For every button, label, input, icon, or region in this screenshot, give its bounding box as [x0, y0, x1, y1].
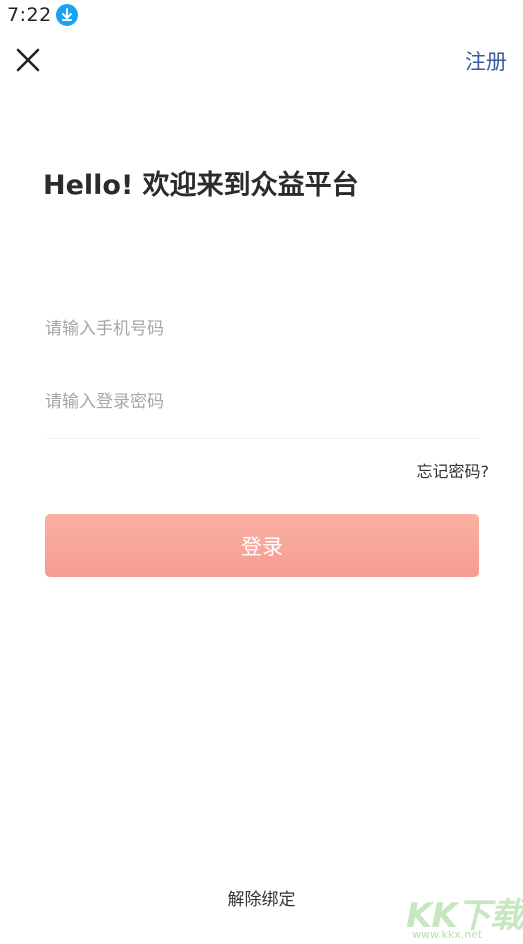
watermark-url: www.kkx.net — [412, 928, 483, 941]
phone-input[interactable] — [45, 309, 480, 349]
close-icon[interactable] — [14, 46, 42, 74]
status-time: 7:22 — [7, 4, 52, 26]
register-link[interactable]: 注册 — [465, 46, 507, 76]
phone-field[interactable] — [45, 309, 480, 349]
login-button-label: 登录 — [241, 534, 283, 559]
download-arrow-icon — [56, 4, 78, 26]
login-button[interactable]: 登录 — [45, 514, 479, 577]
forgot-password-link[interactable]: 忘记密码? — [417, 458, 490, 482]
password-divider — [45, 438, 480, 439]
status-bar: 7:22 — [0, 0, 523, 32]
watermark: KK下载 www.kkx.net — [404, 888, 523, 942]
password-field[interactable] — [45, 382, 480, 422]
page-title: Hello! 欢迎来到众益平台 — [43, 170, 359, 201]
password-input[interactable] — [45, 382, 480, 422]
